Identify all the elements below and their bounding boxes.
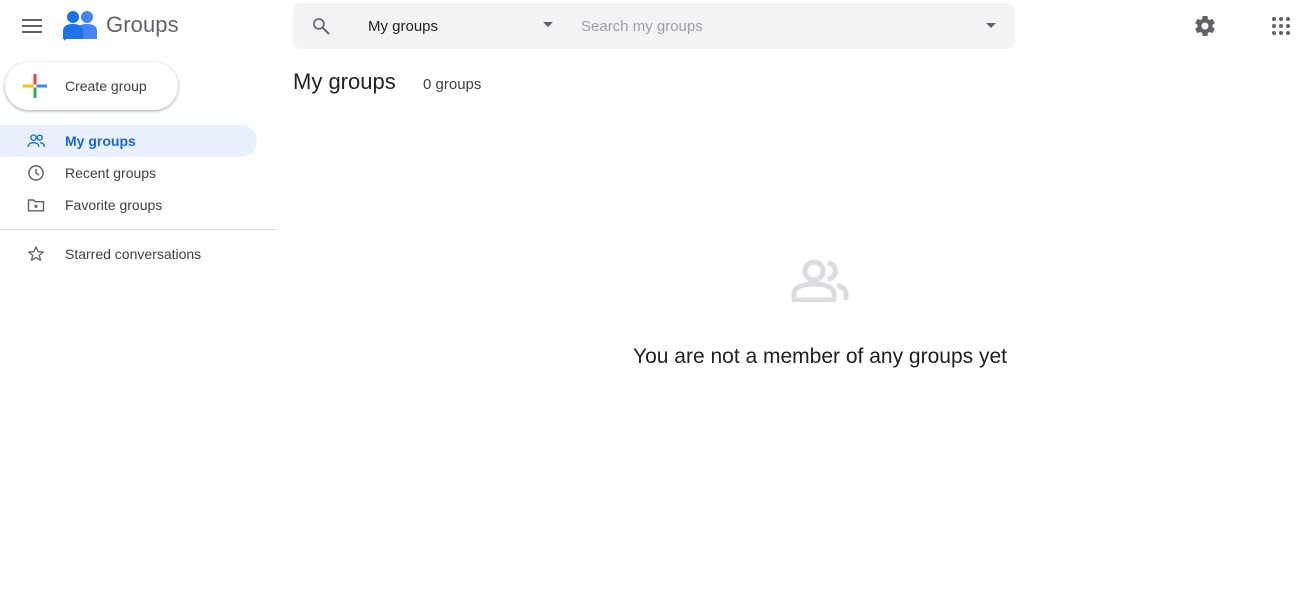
search-input[interactable]	[581, 11, 961, 41]
folder-star-icon	[27, 199, 45, 212]
sidebar-item-recent-groups[interactable]: Recent groups	[0, 157, 257, 189]
empty-state-message: You are not a member of any groups yet	[633, 345, 1007, 368]
gear-icon	[1195, 15, 1215, 37]
star-icon	[28, 246, 44, 261]
sidebar-item-starred-conversations[interactable]: Starred conversations	[0, 238, 257, 270]
sidebar-divider	[0, 229, 277, 230]
search-scope-value: My groups	[368, 17, 439, 35]
hamburger-menu-icon	[22, 19, 42, 33]
groups-app: Groups My groups Search my groups Create…	[0, 0, 1301, 609]
group-count: 0 groups	[423, 76, 482, 93]
main-menu-button[interactable]	[12, 6, 52, 46]
create-group-button[interactable]: Create group	[5, 62, 178, 110]
apps-grid-icon	[1272, 17, 1290, 35]
caret-down-icon	[986, 23, 996, 28]
sidebar-item-my-groups[interactable]: My groups	[0, 125, 257, 157]
search-icon	[313, 18, 330, 35]
google-apps-button[interactable]	[1261, 6, 1301, 46]
groups-logo-icon	[63, 11, 97, 41]
search-options-button[interactable]	[971, 6, 1011, 46]
groups-logo[interactable]: Groups	[62, 9, 179, 41]
sidebar-nav: My groups Recent groups Favorite groups …	[0, 125, 277, 270]
search-bar: My groups	[293, 3, 1015, 49]
app-name: Groups	[106, 12, 179, 37]
sidebar-item-label: My groups	[65, 133, 136, 149]
caret-down-icon	[543, 22, 553, 27]
search-scope-select[interactable]: My groups	[355, 3, 565, 49]
sidebar-item-favorite-groups[interactable]: Favorite groups	[0, 189, 257, 221]
plus-icon	[23, 74, 47, 98]
people-icon	[27, 134, 45, 147]
page-title: My groups	[293, 69, 396, 94]
settings-button[interactable]	[1185, 6, 1225, 46]
create-group-label: Create group	[65, 78, 147, 94]
sidebar-item-label: Recent groups	[65, 165, 157, 181]
empty-groups-icon	[791, 259, 849, 302]
clock-icon	[28, 165, 44, 181]
sidebar-item-label: Favorite groups	[65, 197, 163, 213]
sidebar-item-label: Starred conversations	[65, 246, 202, 262]
search-button[interactable]	[301, 6, 341, 46]
